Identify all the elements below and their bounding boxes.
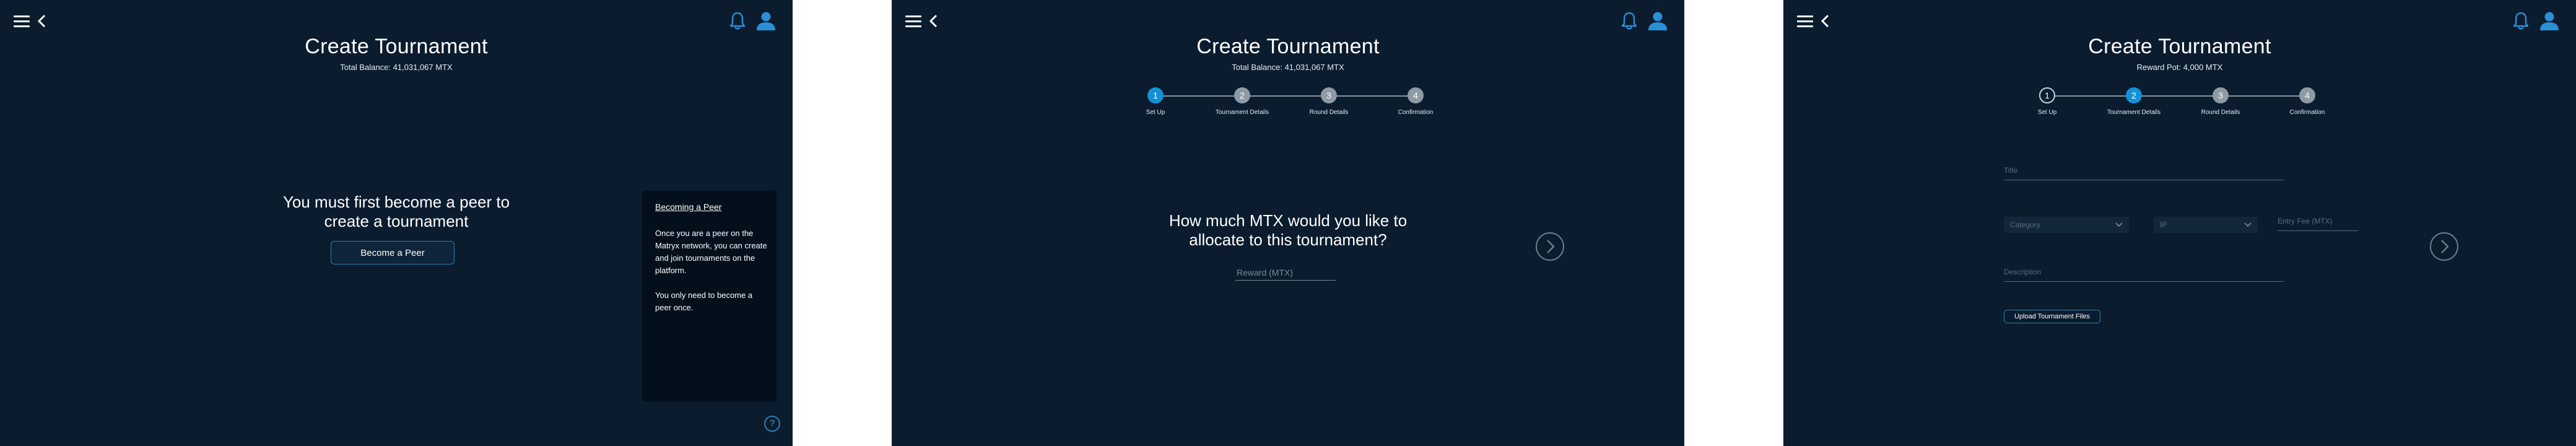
- step-1-circle[interactable]: 1: [1147, 87, 1164, 103]
- info-card: Becoming a Peer Once you are a peer on t…: [642, 191, 777, 401]
- ip-select[interactable]: IP: [2154, 217, 2258, 233]
- step-3-circle[interactable]: 3: [1321, 87, 1337, 103]
- help-button[interactable]: ?: [764, 416, 780, 432]
- info-card-body: Once you are a peer on the Matryx networ…: [655, 227, 768, 326]
- info-card-title[interactable]: Becoming a Peer: [655, 202, 721, 212]
- become-peer-message: You must first become a peer to create a…: [282, 193, 510, 230]
- step-connector: [2047, 95, 2134, 97]
- user-icon[interactable]: [755, 11, 777, 31]
- chevron-left-icon[interactable]: [35, 14, 50, 28]
- ip-select-label: IP: [2160, 221, 2167, 229]
- title-input[interactable]: Title: [2004, 166, 2284, 180]
- step-1-label: Set Up: [2037, 109, 2057, 116]
- step-connector: [1329, 95, 1416, 97]
- screen-become-peer: Create Tournament Total Balance: 41,031,…: [0, 0, 793, 446]
- step-1-label: Set Up: [1146, 109, 1165, 116]
- progress-stepper: 1 2 3 4 Set Up Tournament Details Round …: [1783, 0, 2576, 124]
- step-2-label: Tournament Details: [1215, 109, 1269, 116]
- step-connector: [2134, 95, 2221, 97]
- chevron-down-icon: [2115, 222, 2123, 227]
- screen-tournament-details: Create Tournament Reward Pot: 4,000 MTX …: [1783, 0, 2576, 446]
- next-button[interactable]: [1536, 232, 1564, 261]
- entry-fee-input[interactable]: Entry Fee (MTX): [2278, 217, 2358, 231]
- reward-question: How much MTX would you like to allocate …: [1168, 211, 1408, 249]
- balance-text: Total Balance: 41,031,067 MTX: [340, 63, 453, 72]
- step-2-circle[interactable]: 2: [1234, 87, 1250, 103]
- step-1-circle[interactable]: 1: [2039, 87, 2055, 103]
- become-peer-button[interactable]: Become a Peer: [331, 241, 455, 265]
- page-title: Create Tournament: [305, 35, 488, 58]
- step-4-label: Confirmation: [1398, 109, 1434, 116]
- step-4-circle[interactable]: 4: [1408, 87, 1424, 103]
- step-3-label: Round Details: [2201, 109, 2240, 116]
- step-connector: [1155, 95, 1242, 97]
- screen-setup-reward: Create Tournament Total Balance: 41,031,…: [892, 0, 1684, 446]
- step-3-label: Round Details: [1309, 109, 1349, 116]
- step-2-circle[interactable]: 2: [2126, 87, 2142, 103]
- info-card-paragraph: You only need to become a peer once.: [655, 291, 753, 312]
- reward-input[interactable]: Reward (MTX): [1235, 268, 1336, 281]
- step-4-circle[interactable]: 4: [2299, 87, 2315, 103]
- hamburger-menu-icon[interactable]: [14, 15, 30, 27]
- upload-files-button[interactable]: Upload Tournament Files: [2004, 310, 2100, 323]
- chevron-right-icon: [2441, 240, 2449, 253]
- category-select-label: Category: [2010, 221, 2040, 229]
- progress-stepper: 1 2 3 4 Set Up Tournament Details Round …: [892, 0, 1684, 124]
- chevron-right-icon: [1547, 240, 1555, 253]
- info-card-paragraph: Once you are a peer on the Matryx networ…: [655, 229, 767, 275]
- description-input[interactable]: Description: [2004, 268, 2284, 282]
- next-button[interactable]: [2430, 232, 2458, 261]
- step-connector: [1242, 95, 1329, 97]
- step-3-circle[interactable]: 3: [2213, 87, 2229, 103]
- step-2-label: Tournament Details: [2107, 109, 2161, 116]
- step-connector: [2221, 95, 2307, 97]
- bell-icon[interactable]: [728, 11, 747, 31]
- chevron-down-icon: [2244, 222, 2252, 227]
- step-4-label: Confirmation: [2289, 109, 2325, 116]
- category-select[interactable]: Category: [2004, 217, 2129, 233]
